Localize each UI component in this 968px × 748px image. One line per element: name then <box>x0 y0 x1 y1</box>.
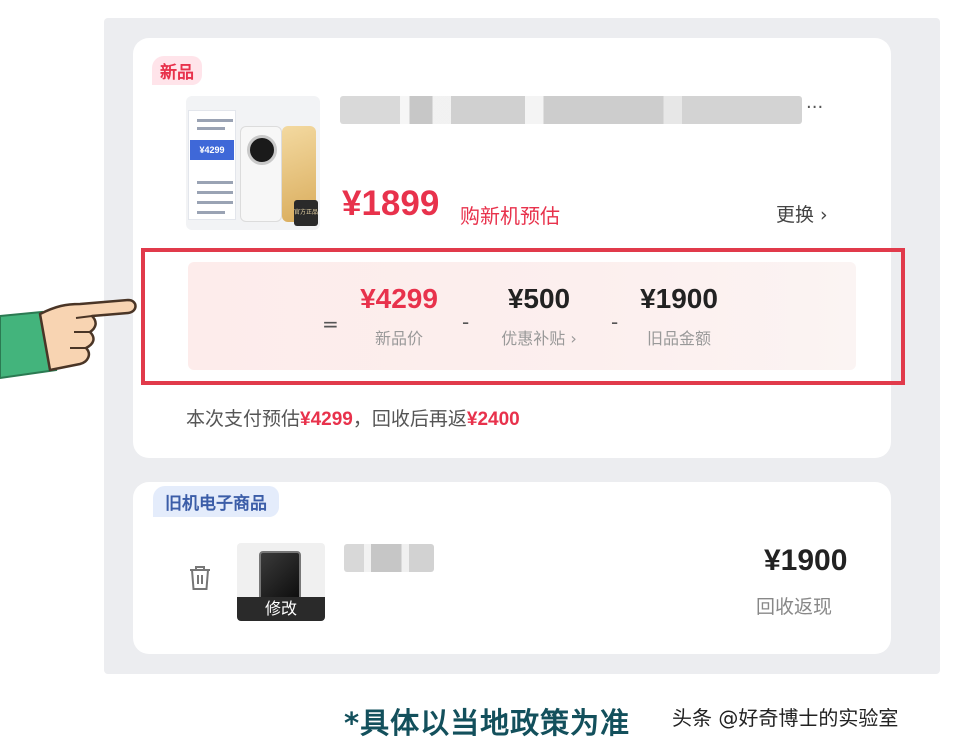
pay-prefix: 本次支付预估 <box>186 408 301 430</box>
new-product-image[interactable]: ¥4299 官方正品 <box>186 96 320 230</box>
title-ellipsis: ... <box>806 92 824 113</box>
promo-line <box>197 201 233 204</box>
new-product-price-label: 购新机预估 <box>460 204 560 228</box>
payment-summary: 本次支付预估¥4299，回收后再返¥2400 <box>186 404 520 431</box>
old-product-image[interactable]: 修改 <box>237 543 325 621</box>
official-badge: 官方正品 <box>294 200 318 226</box>
phone-back-white <box>240 126 282 222</box>
old-item-tag: 旧机电子商品 <box>153 486 279 517</box>
promo-price-banner: ¥4299 <box>190 140 234 160</box>
chevron-right-icon: › <box>820 204 828 226</box>
change-product-button[interactable]: 更换 › <box>776 200 828 227</box>
promo-line <box>197 191 233 194</box>
return-prefix: 回收后再返 <box>371 408 467 430</box>
trash-icon[interactable] <box>188 564 212 592</box>
old-product-price: ¥1900 <box>764 544 848 577</box>
policy-footnote: *具体以当地政策为准 <box>344 706 631 740</box>
camera-module-icon <box>247 135 277 165</box>
return-amount: ¥2400 <box>466 409 520 430</box>
new-item-tag: 新品 <box>152 56 202 85</box>
highlight-frame <box>141 248 905 385</box>
promo-line <box>197 211 225 214</box>
pay-amount: ¥4299 <box>300 409 353 430</box>
promo-line <box>197 119 233 122</box>
old-phone-thumbnail <box>259 551 301 601</box>
promo-line <box>197 181 233 184</box>
edit-old-item-button[interactable]: 修改 <box>237 597 325 621</box>
new-product-price: ¥1899 <box>342 184 440 223</box>
new-product-title-blurred <box>340 96 802 124</box>
promo-line <box>197 127 225 130</box>
old-product-title-blurred <box>344 544 434 572</box>
source-watermark: 头条 @好奇博士的实验室 <box>672 706 899 730</box>
pointing-hand-icon <box>0 292 140 392</box>
summary-separator: ， <box>352 408 372 430</box>
change-label: 更换 <box>776 204 815 226</box>
old-product-price-label: 回收返现 <box>756 596 833 618</box>
promo-sheet <box>188 110 236 220</box>
